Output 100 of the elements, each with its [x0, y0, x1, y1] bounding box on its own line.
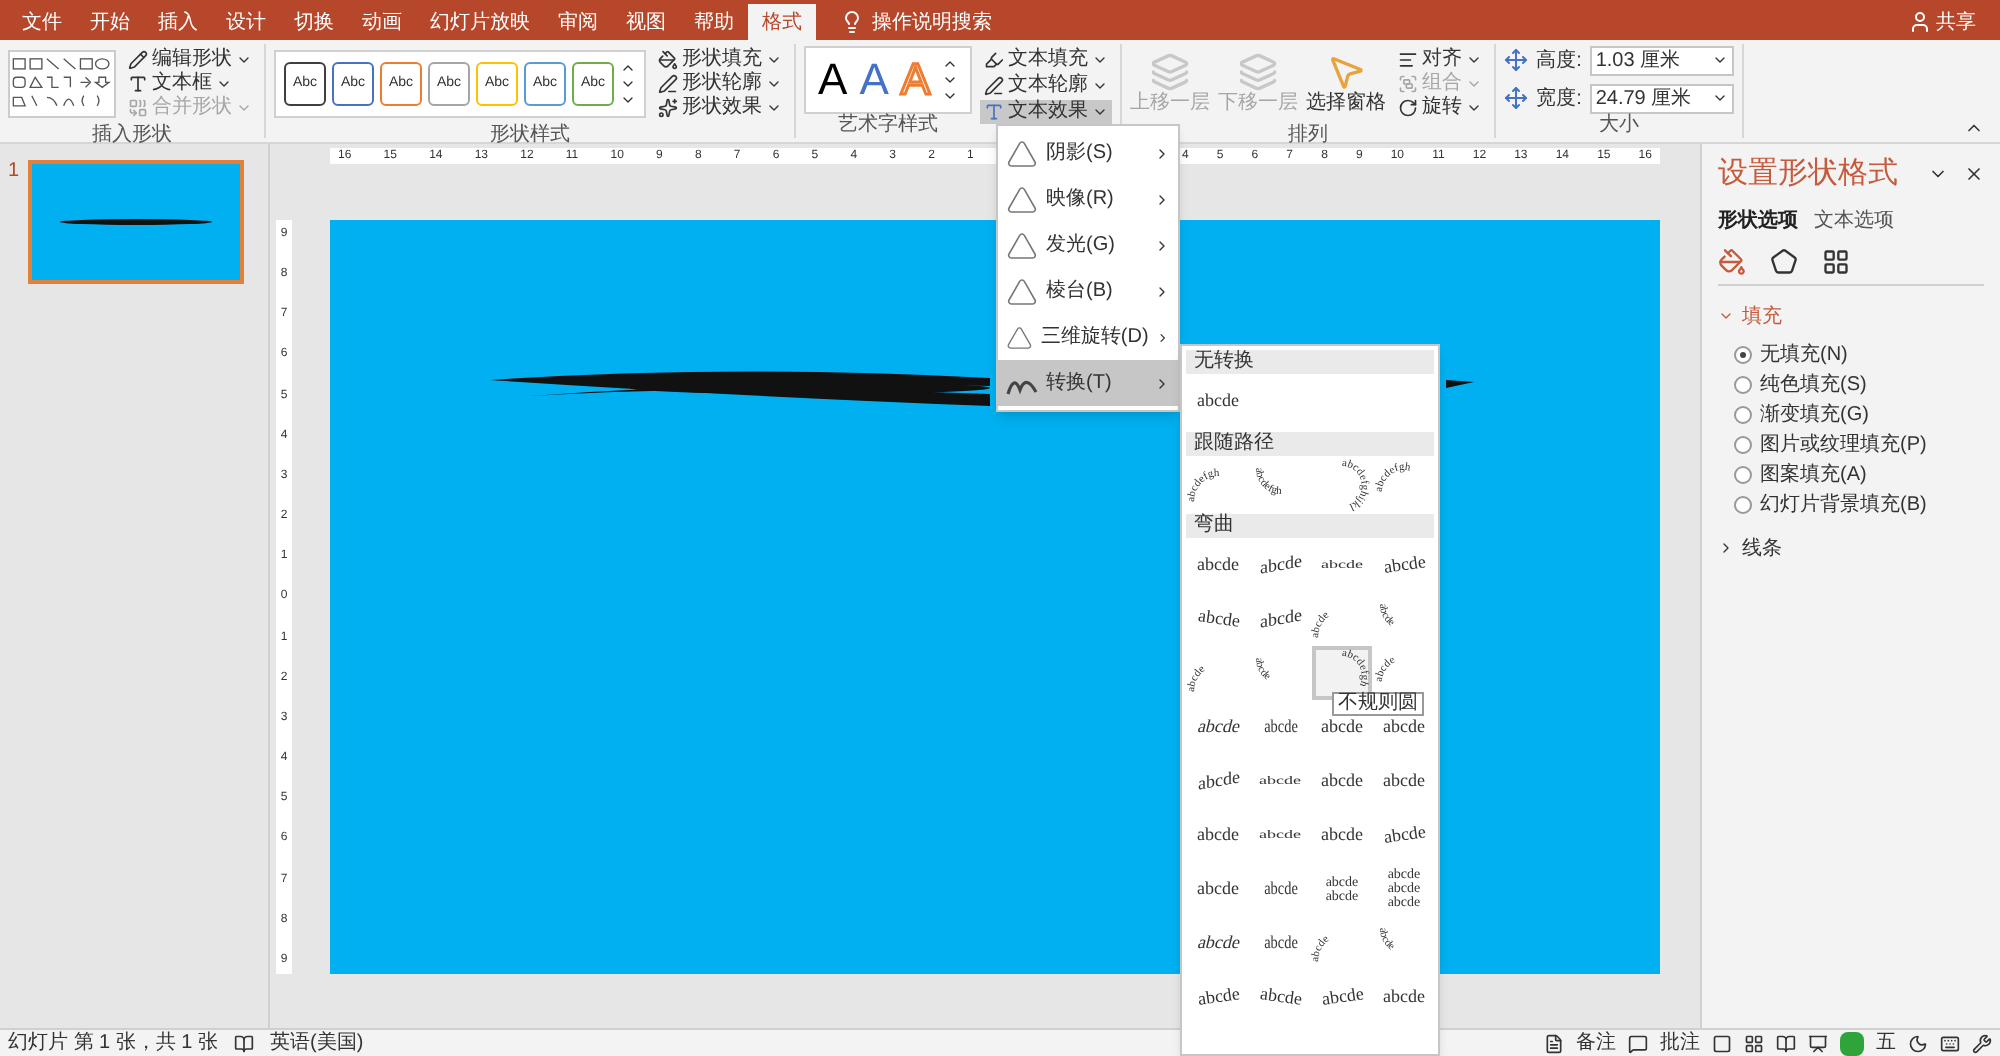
- warped-text: abcde: [1321, 767, 1363, 794]
- ribbon-tab[interactable]: 视图: [612, 4, 680, 40]
- ribbon-tab[interactable]: 开始: [76, 4, 144, 40]
- fill-line-icon[interactable]: [1718, 247, 1746, 275]
- ribbon-tab[interactable]: 审阅: [544, 4, 612, 40]
- warped-text: abcde: [1195, 980, 1241, 1013]
- transform-option[interactable]: abcde: [1250, 970, 1310, 1024]
- transform-option[interactable]: abcde: [1188, 592, 1248, 646]
- field-label: 宽度:: [1536, 85, 1582, 113]
- section-header[interactable]: 线条: [1718, 533, 1782, 563]
- ribbon-button[interactable]: 形状效果: [654, 96, 786, 120]
- ribbon-button[interactable]: 文本框: [124, 72, 256, 96]
- ribbon-tab[interactable]: 插入: [144, 4, 212, 40]
- ribbon-button[interactable]: 文本效果: [980, 100, 1113, 124]
- spinner-icon[interactable]: [1711, 52, 1728, 68]
- reading-view-icon[interactable]: [1776, 1033, 1796, 1053]
- ribbon-tab[interactable]: 格式: [748, 4, 816, 40]
- ribbon-tab[interactable]: 帮助: [680, 4, 748, 40]
- more-icon[interactable]: [620, 92, 636, 108]
- size-field[interactable]: 24.79 厘米: [1589, 83, 1734, 113]
- radio-button[interactable]: [1734, 406, 1752, 424]
- shapes-gallery-icon[interactable]: [8, 50, 116, 118]
- arrange-button[interactable]: 选择窗格: [1306, 52, 1387, 116]
- notes-button[interactable]: 备注: [1576, 1031, 1616, 1055]
- ribbon-button[interactable]: 形状轮廓: [654, 72, 786, 96]
- menu-item[interactable]: 发光(G): [998, 222, 1178, 268]
- transform-option[interactable]: abcde: [1374, 538, 1434, 592]
- menu-item[interactable]: 三维旋转(D): [998, 314, 1178, 360]
- ribbon-button[interactable]: 对齐: [1394, 48, 1487, 72]
- normal-view-icon[interactable]: [1712, 1033, 1732, 1053]
- size-field[interactable]: 1.03 厘米: [1589, 45, 1734, 75]
- transform-option[interactable]: abcde: [1188, 970, 1248, 1024]
- pane-tab[interactable]: 形状选项: [1718, 205, 1798, 235]
- menu-item[interactable]: 阴影(S): [998, 130, 1178, 176]
- radio-label: 图片或纹理填充(P): [1760, 433, 1927, 457]
- transform-option[interactable]: abcde: [1374, 970, 1434, 1024]
- effects-tab-icon[interactable]: [1770, 247, 1798, 275]
- transform-option[interactable]: abcde: [1188, 538, 1248, 592]
- section-header[interactable]: 填充: [1718, 301, 1782, 331]
- ime-logo-icon[interactable]: [1840, 1031, 1864, 1055]
- warped-text: abcde: [1383, 767, 1425, 794]
- menu-item[interactable]: 映像(R): [998, 176, 1178, 222]
- slide-counter: 幻灯片 第 1 张，共 1 张: [8, 1031, 219, 1055]
- ribbon-button[interactable]: 文本轮廓: [980, 74, 1113, 98]
- ribbon-tab[interactable]: 动画: [348, 4, 416, 40]
- text-effects-icon: [984, 102, 1005, 122]
- warped-text: abcde: [1193, 929, 1243, 956]
- transform-option[interactable]: abcde: [1188, 700, 1248, 754]
- slide-thumbnail[interactable]: [27, 160, 244, 284]
- transform-option[interactable]: abcde: [1188, 754, 1248, 808]
- ribbon-tab[interactable]: 设计: [212, 4, 280, 40]
- size-icon: [1504, 48, 1529, 72]
- wordart-style[interactable]: A: [859, 53, 889, 105]
- transform-option[interactable]: abcde: [1250, 700, 1310, 754]
- close-icon[interactable]: [1964, 164, 1984, 185]
- scroll-up-icon[interactable]: [620, 60, 636, 76]
- ribbon-button[interactable]: 旋转: [1394, 96, 1487, 120]
- transform-option[interactable]: abcde: [1312, 754, 1372, 808]
- menu-item[interactable]: 转换(T): [998, 360, 1178, 406]
- radio-button[interactable]: [1734, 496, 1752, 514]
- size-properties-icon[interactable]: [1822, 247, 1850, 275]
- transform-option[interactable]: abcde: [1250, 538, 1310, 592]
- sorter-view-icon[interactable]: [1744, 1033, 1764, 1053]
- radio-button[interactable]: [1734, 346, 1752, 364]
- ribbon-tab[interactable]: 幻灯片放映: [416, 4, 544, 40]
- transform-option[interactable]: abcde: [1250, 916, 1310, 970]
- radio-button[interactable]: [1734, 466, 1752, 484]
- share-button[interactable]: 共享: [1936, 7, 1976, 37]
- group-label: 大小: [1598, 114, 1639, 138]
- transform-option[interactable]: abcde: [1188, 862, 1248, 916]
- ribbon-button[interactable]: 编辑形状: [124, 48, 256, 72]
- spelling-icon[interactable]: [234, 1033, 255, 1053]
- pane-tab[interactable]: 文本选项: [1814, 205, 1894, 235]
- ribbon-button[interactable]: 形状填充: [654, 48, 786, 72]
- transform-option[interactable]: abcde: [1250, 862, 1310, 916]
- ribbon-tab[interactable]: 切换: [280, 4, 348, 40]
- transform-option[interactable]: abcde: [1188, 374, 1248, 428]
- ribbon-tab[interactable]: 文件: [8, 4, 76, 40]
- slideshow-icon[interactable]: [1808, 1033, 1828, 1053]
- language-button[interactable]: 英语(美国): [270, 1031, 364, 1055]
- radio-button[interactable]: [1734, 436, 1752, 454]
- moon-icon[interactable]: [1908, 1033, 1928, 1053]
- transform-option[interactable]: abcde: [1188, 916, 1248, 970]
- transform-option[interactable]: abcde: [1374, 808, 1434, 862]
- transform-option[interactable]: abcde: [1312, 970, 1372, 1024]
- transform-option[interactable]: abcde: [1188, 808, 1248, 862]
- ribbon-button[interactable]: 文本填充: [980, 48, 1113, 72]
- wordart-style[interactable]: A: [818, 53, 848, 105]
- radio-button[interactable]: [1734, 376, 1752, 394]
- scroll-down-icon[interactable]: [620, 76, 636, 92]
- keyboard-icon[interactable]: [1940, 1033, 1960, 1053]
- transform-option[interactable]: abcde: [1250, 592, 1310, 646]
- menu-item[interactable]: 棱台(B): [998, 268, 1178, 314]
- spinner-icon[interactable]: [1711, 90, 1728, 106]
- search-field[interactable]: 操作说明搜索: [872, 7, 992, 37]
- comments-button[interactable]: 批注: [1660, 1031, 1700, 1055]
- ime-mode-button[interactable]: 五: [1876, 1031, 1896, 1055]
- wrench-icon[interactable]: [1972, 1033, 1992, 1053]
- transform-option[interactable]: abcde: [1374, 754, 1434, 808]
- transform-option[interactable]: abcde: [1312, 808, 1372, 862]
